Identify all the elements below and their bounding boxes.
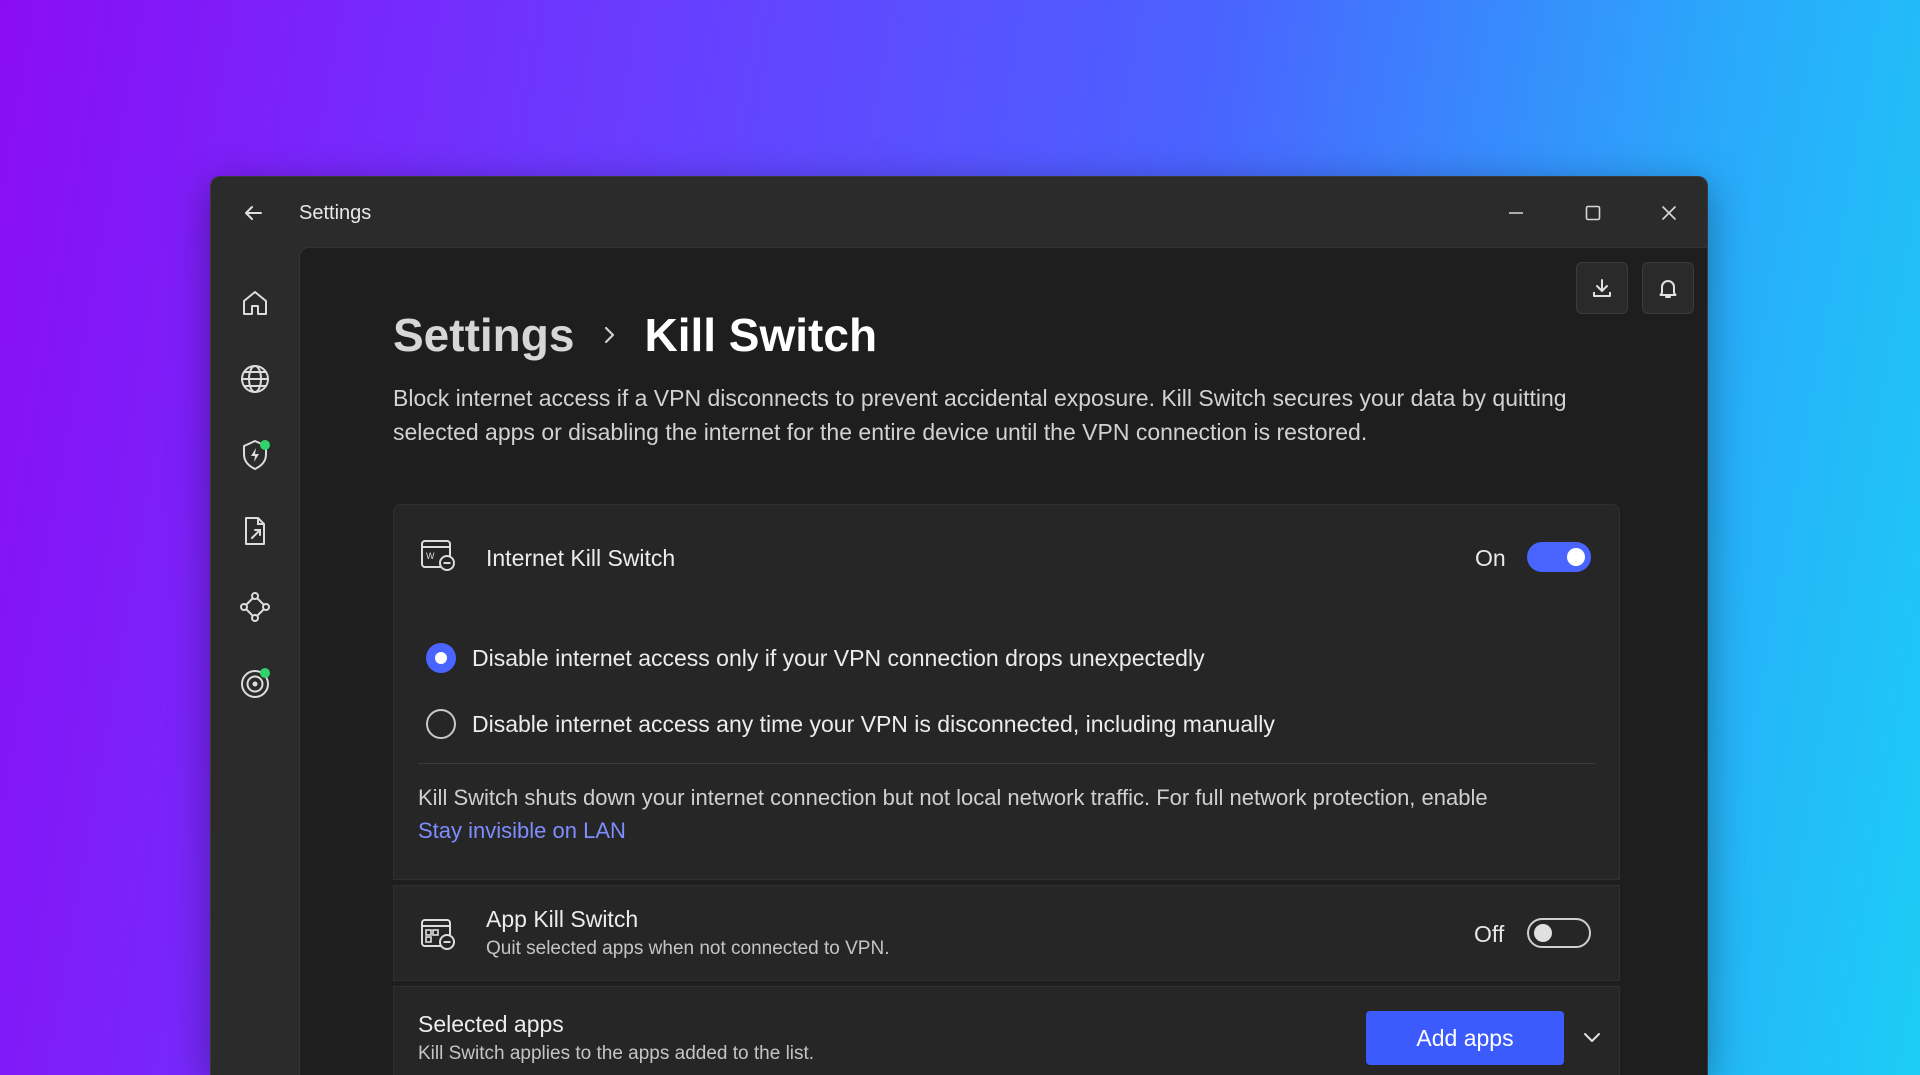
page-title: Kill Switch [644,309,878,361]
internet-kill-switch-icon: W [418,535,458,575]
window-title: Settings [299,202,372,224]
divider [418,763,1595,764]
back-button[interactable] [239,199,267,227]
mesh-network-icon [240,592,270,622]
expand-button[interactable] [1572,1017,1612,1057]
app-kill-switch-state-label: Off [1474,921,1505,947]
breadcrumb-settings[interactable]: Settings [393,308,574,362]
breadcrumb: Settings Kill Switch [393,305,877,365]
radio-option-any-time[interactable]: Disable internet access any time your VP… [426,709,1275,739]
sidebar-item-meshnet[interactable] [233,585,277,629]
sidebar-item-locations[interactable] [233,357,277,401]
file-share-icon [245,517,265,545]
internet-kill-switch-state-label: On [1475,545,1506,571]
add-apps-button[interactable]: Add apps [1366,1011,1564,1065]
lan-note: Kill Switch shuts down your internet con… [418,781,1588,847]
app-kill-switch-title: App Kill Switch [486,906,639,932]
app-kill-switch-toggle[interactable] [1527,918,1591,948]
selected-apps-subtitle: Kill Switch applies to the apps added to… [418,1043,815,1064]
target-icon [241,668,270,698]
maximize-icon [1585,205,1601,221]
stay-invisible-on-lan-link[interactable]: Stay invisible on LAN [418,818,626,843]
sidebar [211,247,299,1075]
internet-kill-switch-card: W Internet Kill Switch On Disable intern… [393,504,1620,880]
download-icon [1593,279,1611,297]
maximize-button[interactable] [1573,193,1613,233]
app-kill-switch-card: App Kill Switch Quit selected apps when … [393,885,1620,981]
internet-kill-switch-title: Internet Kill Switch [486,545,676,571]
radio-button-unchecked[interactable] [426,709,456,739]
sidebar-item-threat-protection[interactable] [233,433,277,477]
title-bar: Settings [211,177,1707,247]
chevron-right-icon [602,324,618,346]
sidebar-item-home[interactable] [233,281,277,325]
app-kill-switch-icon [418,914,458,954]
bell-icon [1659,280,1677,298]
sidebar-item-file-sharing[interactable] [233,509,277,553]
app-window: Settings Settings Kill Switch Block inte… [210,176,1708,1075]
svg-text:W: W [426,551,435,561]
selected-apps-card: Selected apps Kill Switch applies to the… [393,986,1620,1075]
notifications-button[interactable] [1642,262,1694,314]
app-kill-switch-subtitle: Quit selected apps when not connected to… [486,938,890,959]
lan-note-text: Kill Switch shuts down your internet con… [418,785,1488,810]
radio-option-unexpected-drop[interactable]: Disable internet access only if your VPN… [426,643,1205,673]
shield-bolt-icon [243,440,270,470]
chevron-down-icon [1584,1033,1600,1042]
download-button[interactable] [1576,262,1628,314]
minimize-button[interactable] [1496,193,1536,233]
home-icon [243,291,267,315]
close-icon [1662,206,1676,220]
page-description: Block internet access if a VPN disconnec… [393,385,1567,445]
arrow-left-icon [245,206,262,220]
radio-label: Disable internet access any time your VP… [472,710,1275,737]
minimize-icon [1509,212,1523,214]
toggle-knob [1534,924,1552,942]
main-content: Settings Kill Switch Block internet acce… [299,247,1707,1075]
toggle-knob [1567,548,1585,566]
globe-icon [241,365,269,393]
internet-kill-switch-toggle[interactable] [1527,542,1591,572]
sidebar-item-dark-web-monitor[interactable] [233,661,277,705]
radio-button-checked[interactable] [426,643,456,673]
radio-label: Disable internet access only if your VPN… [472,644,1205,671]
close-button[interactable] [1649,193,1689,233]
selected-apps-title: Selected apps [418,1011,564,1037]
